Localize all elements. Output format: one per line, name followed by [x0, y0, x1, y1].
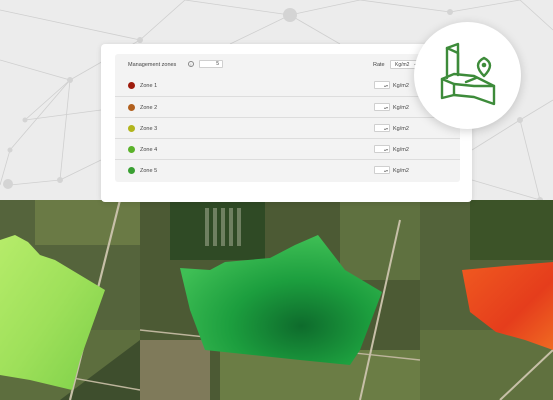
field-location-badge: [414, 22, 521, 129]
zone-rate-input[interactable]: ▴▾: [374, 81, 390, 89]
field-maps-strip: [0, 200, 553, 400]
zone-color-dot: [128, 146, 135, 153]
zone-rate-input[interactable]: ▴▾: [374, 166, 390, 174]
zones-header: Management zones i 5 Rate Kg/m2: [115, 54, 460, 74]
zone-color-dot: [128, 82, 135, 89]
zone-row: Zone 5 ▴▾ Kg/m2: [115, 159, 460, 180]
field-location-pin-icon: [440, 42, 496, 106]
zone-rate-input[interactable]: ▴▾: [374, 145, 390, 153]
zone-row: Zone 1 ▴▾ Kg/m2: [115, 75, 460, 96]
zones-panel: Management zones i 5 Rate Kg/m2 Zone 1 ▴…: [115, 54, 460, 182]
zone-name: Zone 1: [140, 83, 158, 89]
zone-row: Zone 4 ▴▾ Kg/m2: [115, 138, 460, 159]
zone-rate-unit: Kg/m2: [393, 147, 409, 153]
zone-color-dot: [128, 104, 135, 111]
zone-color-dot: [128, 125, 135, 132]
zone-rate-unit: Kg/m2: [393, 126, 409, 132]
zone-name: Zone 5: [140, 168, 158, 174]
zone-row: Zone 3 ▴▾ Kg/m2: [115, 117, 460, 138]
zone-name: Zone 2: [140, 105, 158, 111]
zone-color-dot: [128, 167, 135, 174]
zone-rate-unit: Kg/m2: [393, 83, 409, 89]
zone-rate-input[interactable]: ▴▾: [374, 103, 390, 111]
zone-count-input[interactable]: 5: [199, 60, 223, 68]
unit-select-value: Kg/m2: [395, 62, 410, 68]
zone-name: Zone 4: [140, 147, 158, 153]
zone-rate-unit: Kg/m2: [393, 105, 409, 111]
zones-header-label: Management zones: [128, 62, 177, 68]
rate-label: Rate: [373, 62, 385, 68]
zone-rate-input[interactable]: ▴▾: [374, 124, 390, 132]
info-icon[interactable]: i: [188, 61, 194, 67]
zone-row: Zone 2 ▴▾ Kg/m2: [115, 96, 460, 117]
zone-name: Zone 3: [140, 126, 158, 132]
zone-rate-unit: Kg/m2: [393, 168, 409, 174]
